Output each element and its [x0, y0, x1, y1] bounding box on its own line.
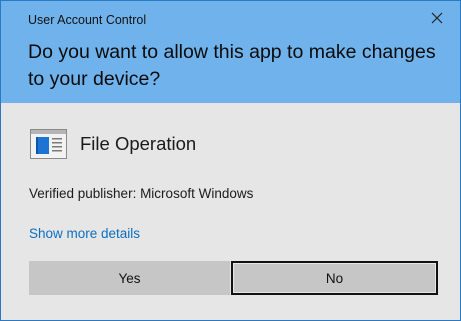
show-more-details-link[interactable]: Show more details: [29, 226, 140, 241]
close-icon: [431, 12, 443, 24]
no-button[interactable]: No: [231, 261, 438, 295]
uac-dialog: User Account Control Do you want to allo…: [0, 0, 461, 321]
publisher-text: Verified publisher: Microsoft Windows: [29, 186, 254, 201]
app-name: File Operation: [80, 133, 197, 154]
close-button[interactable]: [428, 9, 446, 27]
dialog-title: User Account Control: [28, 13, 147, 27]
dialog-header: User Account Control Do you want to allo…: [1, 1, 460, 103]
window-app-icon: [30, 129, 67, 159]
dialog-headline: Do you want to allow this app to make ch…: [28, 41, 436, 90]
app-info: File Operation: [30, 128, 196, 160]
yes-button[interactable]: Yes: [29, 261, 230, 295]
